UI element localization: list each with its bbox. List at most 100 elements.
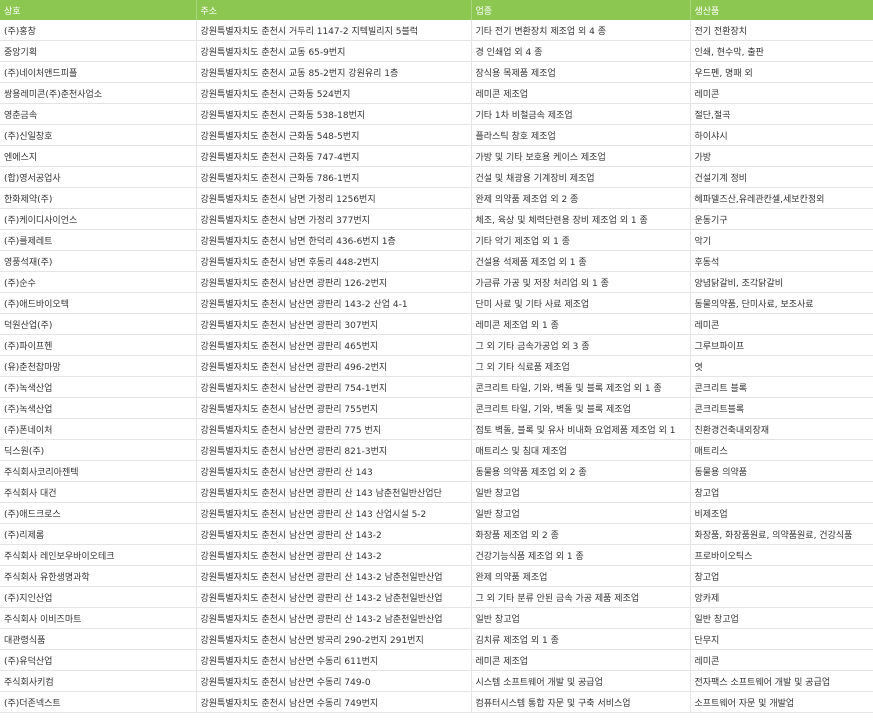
- industry-cell[interactable]: 레미콘 제조업: [471, 649, 691, 671]
- product-cell[interactable]: 레미콘: [690, 649, 873, 671]
- address-cell[interactable]: 강원특별자치도 춘천시 남면 가정리 377번지: [196, 208, 472, 230]
- company-name-cell[interactable]: (주)더존넥스트: [0, 691, 197, 713]
- company-name-cell[interactable]: (주)신일창호: [0, 124, 197, 146]
- product-cell[interactable]: 레미콘: [690, 82, 873, 104]
- company-name-cell[interactable]: (주)를제레트: [0, 229, 197, 251]
- product-cell[interactable]: 창고업: [690, 565, 873, 587]
- address-cell[interactable]: 강원특별자치도 춘천시 남산면 광판리 143-2 산업 4-1: [196, 292, 472, 314]
- industry-cell[interactable]: 건강기능식품 제조업 외 1 종: [471, 544, 691, 566]
- column-header-industry[interactable]: 업종: [471, 0, 691, 20]
- product-cell[interactable]: 악기: [690, 229, 873, 251]
- industry-cell[interactable]: 경 인쇄업 외 4 종: [471, 40, 691, 62]
- address-cell[interactable]: 강원특별자치도 춘천시 근화동 747-4번지: [196, 145, 472, 167]
- address-cell[interactable]: 강원특별자치도 춘천시 남산면 수동리 749-0: [196, 670, 472, 692]
- address-cell[interactable]: 강원특별자치도 춘천시 거두리 1147-2 지텍빌리지 5블럭: [196, 20, 472, 41]
- address-cell[interactable]: 강원특별자치도 춘천시 남산면 광판리 산 143-2: [196, 523, 472, 545]
- address-cell[interactable]: 강원특별자치도 춘천시 남산면 광판리 755번지: [196, 397, 472, 419]
- product-cell[interactable]: 하이샤시: [690, 124, 873, 146]
- address-cell[interactable]: 강원특별자치도 춘천시 남산면 광판리 산 143 산업시설 5-2: [196, 502, 472, 524]
- product-cell[interactable]: 동물의약품, 단미사료, 보조사료: [690, 292, 873, 314]
- address-cell[interactable]: 강원특별자치도 춘천시 근화동 524번지: [196, 82, 472, 104]
- industry-cell[interactable]: 일반 창고업: [471, 481, 691, 503]
- industry-cell[interactable]: 완제 의약품 제조업 외 2 종: [471, 187, 691, 209]
- product-cell[interactable]: 동물용 의약품: [690, 460, 873, 482]
- address-cell[interactable]: 강원특별자치도 춘천시 남산면 방곡리 290-2번지 291번지: [196, 628, 472, 650]
- industry-cell[interactable]: 화장품 제조업 외 2 종: [471, 523, 691, 545]
- company-name-cell[interactable]: 주식회사 이비즈마트: [0, 607, 197, 629]
- company-name-cell[interactable]: 주식회사코리아젠텍: [0, 460, 197, 482]
- company-name-cell[interactable]: (주)애드크로스: [0, 502, 197, 524]
- company-name-cell[interactable]: 중앙기획: [0, 40, 197, 62]
- industry-cell[interactable]: 동물용 의약품 제조업 외 2 종: [471, 460, 691, 482]
- industry-cell[interactable]: 일반 창고업: [471, 502, 691, 524]
- industry-cell[interactable]: 콘크리트 타일, 기와, 벽돌 및 블록 제조업 외 1 종: [471, 376, 691, 398]
- industry-cell[interactable]: 매트리스 및 침대 제조업: [471, 439, 691, 461]
- company-name-cell[interactable]: 주식회사 레인보우바이오테크: [0, 544, 197, 566]
- industry-cell[interactable]: 시스템 소프트웨어 개발 및 공급업: [471, 670, 691, 692]
- product-cell[interactable]: 엿: [690, 355, 873, 377]
- product-cell[interactable]: 레미콘: [690, 313, 873, 335]
- address-cell[interactable]: 강원특별자치도 춘천시 남산면 광판리 496-2번지: [196, 355, 472, 377]
- product-cell[interactable]: 소프트웨어 자문 및 개발업: [690, 691, 873, 713]
- product-cell[interactable]: 창고업: [690, 481, 873, 503]
- company-name-cell[interactable]: (합)영서공업사: [0, 166, 197, 188]
- product-cell[interactable]: 후동석: [690, 250, 873, 272]
- address-cell[interactable]: 강원특별자치도 춘천시 남산면 수동리 749번지: [196, 691, 472, 713]
- company-name-cell[interactable]: 대관령식품: [0, 628, 197, 650]
- industry-cell[interactable]: 점토 벽돌, 블록 및 유사 비내화 요업제품 제조업 외 1: [471, 418, 691, 440]
- industry-cell[interactable]: 건설용 석제품 제조업 외 1 종: [471, 250, 691, 272]
- product-cell[interactable]: 앙카제: [690, 586, 873, 608]
- address-cell[interactable]: 강원특별자치도 춘천시 교동 85-2번지 강원유리 1층: [196, 61, 472, 83]
- company-name-cell[interactable]: (주)파이프헨: [0, 334, 197, 356]
- company-name-cell[interactable]: 주식회사 유한생명과학: [0, 565, 197, 587]
- address-cell[interactable]: 강원특별자치도 춘천시 근화동 786-1번지: [196, 166, 472, 188]
- company-name-cell[interactable]: 한화제약(주): [0, 187, 197, 209]
- industry-cell[interactable]: 기타 전기 변환장치 제조업 외 4 종: [471, 20, 691, 41]
- company-name-cell[interactable]: 영풍석재(주): [0, 250, 197, 272]
- address-cell[interactable]: 강원특별자치도 춘천시 남산면 광판리 307번지: [196, 313, 472, 335]
- company-name-cell[interactable]: (주)홍창: [0, 20, 197, 41]
- address-cell[interactable]: 강원특별자치도 춘천시 남산면 광판리 산 143-2: [196, 544, 472, 566]
- industry-cell[interactable]: 기타 악기 제조업 외 1 종: [471, 229, 691, 251]
- industry-cell[interactable]: 일반 창고업: [471, 607, 691, 629]
- industry-cell[interactable]: 단미 사료 및 기타 사료 제조업: [471, 292, 691, 314]
- company-name-cell[interactable]: 덕원산업(주): [0, 313, 197, 335]
- company-name-cell[interactable]: (주)순수: [0, 271, 197, 293]
- address-cell[interactable]: 강원특별자치도 춘천시 남산면 수동리 611번지: [196, 649, 472, 671]
- industry-cell[interactable]: 가방 및 기타 보호용 케이스 제조업: [471, 145, 691, 167]
- industry-cell[interactable]: 그 외 기타 금속가공업 외 3 종: [471, 334, 691, 356]
- company-name-cell[interactable]: 주식회사 대건: [0, 481, 197, 503]
- industry-cell[interactable]: 체조, 육상 및 체력단련용 장비 제조업 외 1 종: [471, 208, 691, 230]
- company-name-cell[interactable]: 딕스원(주): [0, 439, 197, 461]
- company-name-cell[interactable]: (주)지인산업: [0, 586, 197, 608]
- company-name-cell[interactable]: 영춘금속: [0, 103, 197, 125]
- column-header-products[interactable]: 생산품: [690, 0, 873, 20]
- address-cell[interactable]: 강원특별자치도 춘천시 근화동 548-5번지: [196, 124, 472, 146]
- product-cell[interactable]: 가방: [690, 145, 873, 167]
- address-cell[interactable]: 강원특별자치도 춘천시 남면 가정리 1256번지: [196, 187, 472, 209]
- address-cell[interactable]: 강원특별자치도 춘천시 남산면 광판리 465번지: [196, 334, 472, 356]
- industry-cell[interactable]: 가금류 가공 및 저장 처리업 외 1 종: [471, 271, 691, 293]
- product-cell[interactable]: 우드펜, 명패 외: [690, 61, 873, 83]
- column-header-company[interactable]: 상호: [0, 0, 197, 20]
- product-cell[interactable]: 일반 창고업: [690, 607, 873, 629]
- address-cell[interactable]: 강원특별자치도 춘천시 근화동 538-18번지: [196, 103, 472, 125]
- company-name-cell[interactable]: (주)애드바이오텍: [0, 292, 197, 314]
- product-cell[interactable]: 화장품, 화장품원료, 의약품원료, 건강식품: [690, 523, 873, 545]
- company-name-cell[interactable]: (주)유덕산업: [0, 649, 197, 671]
- company-name-cell[interactable]: (주)녹색산업: [0, 376, 197, 398]
- industry-cell[interactable]: 완제 의약품 제조업: [471, 565, 691, 587]
- product-cell[interactable]: 단무지: [690, 628, 873, 650]
- address-cell[interactable]: 강원특별자치도 춘천시 남산면 광판리 775 번지: [196, 418, 472, 440]
- product-cell[interactable]: 매트리스: [690, 439, 873, 461]
- address-cell[interactable]: 강원특별자치도 춘천시 남산면 광판리 821-3번지: [196, 439, 472, 461]
- company-name-cell[interactable]: 쌍용레미콘(주)춘천사업소: [0, 82, 197, 104]
- industry-cell[interactable]: 플라스틱 창호 제조업: [471, 124, 691, 146]
- company-name-cell[interactable]: 주식회사키컴: [0, 670, 197, 692]
- company-name-cell[interactable]: (주)폰네이처: [0, 418, 197, 440]
- company-name-cell[interactable]: (주)케이디사이언스: [0, 208, 197, 230]
- company-name-cell[interactable]: 엔에스지: [0, 145, 197, 167]
- address-cell[interactable]: 강원특별자치도 춘천시 남산면 광판리 산 143 남춘천일반산업단: [196, 481, 472, 503]
- address-cell[interactable]: 강원특별자치도 춘천시 남산면 광판리 126-2번지: [196, 271, 472, 293]
- product-cell[interactable]: 비제조업: [690, 502, 873, 524]
